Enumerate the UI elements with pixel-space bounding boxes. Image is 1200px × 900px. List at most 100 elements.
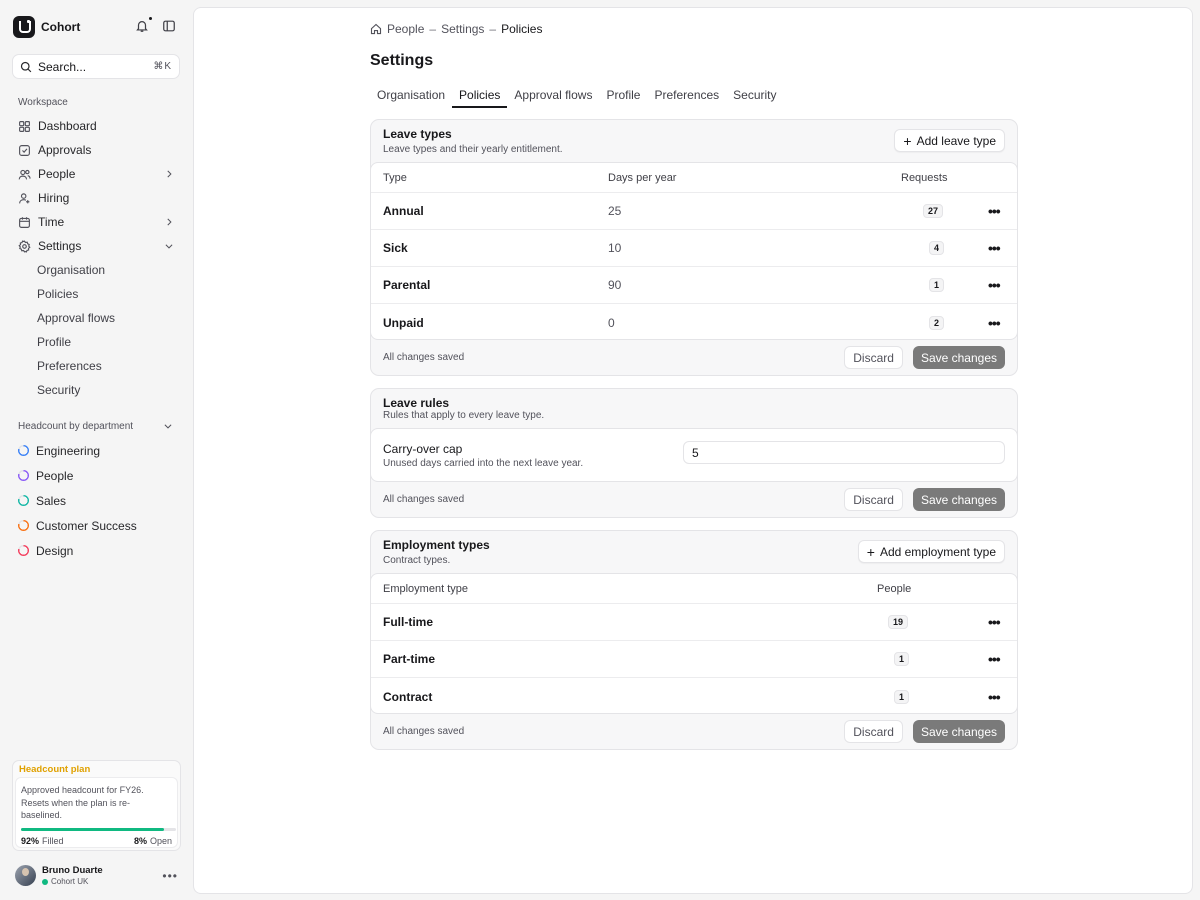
- requests-badge: 4: [929, 241, 945, 255]
- search-input[interactable]: Search... ⌘K: [12, 54, 180, 79]
- more-horizontal-icon[interactable]: •••: [988, 651, 1001, 667]
- table-row[interactable]: Sick 10 4 •••: [371, 230, 1017, 267]
- filled-pct: 92%: [21, 836, 40, 846]
- subnav-item-policies[interactable]: Policies: [31, 283, 162, 305]
- main-panel: People – Settings – Policies Settings Or…: [193, 7, 1193, 894]
- carry-over-field-row: Carry-over cap Unused days carried into …: [370, 428, 1018, 482]
- search-placeholder: Search...: [38, 59, 87, 74]
- tab-preferences[interactable]: Preferences: [647, 86, 726, 108]
- days-per-year: 90: [608, 278, 622, 292]
- more-horizontal-icon[interactable]: •••: [988, 240, 1001, 256]
- carry-over-cap-input[interactable]: [683, 441, 1005, 464]
- settings-tabs: Organisation Policies Approval flows Pro…: [370, 86, 784, 108]
- sidebar-item-time[interactable]: Time: [12, 210, 180, 234]
- headcount-plan-card: Headcount plan Approved headcount for FY…: [12, 760, 181, 851]
- more-horizontal-icon[interactable]: •••: [162, 869, 178, 883]
- departments-header[interactable]: Headcount by department: [18, 421, 173, 432]
- leave-types-card: Leave types Leave types and their yearly…: [370, 119, 1018, 376]
- tab-security[interactable]: Security: [726, 86, 783, 108]
- plus-icon: +: [866, 543, 875, 560]
- notification-dot: [148, 16, 153, 21]
- sidebar-item-approvals[interactable]: Approvals: [12, 138, 180, 162]
- tab-organisation[interactable]: Organisation: [370, 86, 452, 108]
- table-row[interactable]: Annual 25 27 •••: [371, 193, 1017, 230]
- add-leave-type-button[interactable]: + Add leave type: [894, 129, 1005, 152]
- user-name: Bruno Duarte: [42, 865, 103, 876]
- column-header: Type: [383, 171, 407, 184]
- card-subtitle: Leave types and their yearly entitlement…: [383, 144, 563, 155]
- sidebar-item-people[interactable]: People: [12, 162, 180, 186]
- breadcrumb-separator: –: [429, 22, 437, 36]
- department-item[interactable]: Sales: [12, 488, 180, 513]
- user-menu[interactable]: Bruno Duarte Cohort UK •••: [15, 865, 178, 886]
- chevron-down-icon: [164, 424, 172, 429]
- discard-button[interactable]: Discard: [844, 720, 903, 743]
- subnav-item-profile[interactable]: Profile: [31, 331, 162, 353]
- add-employment-type-button[interactable]: + Add employment type: [857, 540, 1005, 563]
- people-badge: 19: [888, 615, 909, 629]
- leave-type-name: Unpaid: [383, 315, 424, 330]
- table-row[interactable]: Parental 90 1 •••: [371, 267, 1017, 304]
- table-row[interactable]: Full-time 19 •••: [371, 604, 1017, 641]
- department-label: Customer Success: [36, 518, 137, 533]
- subnav-item-security[interactable]: Security: [31, 379, 162, 401]
- requests-badge: 2: [929, 315, 945, 330]
- home-icon[interactable]: [370, 23, 382, 35]
- days-per-year: 10: [608, 241, 622, 255]
- table-row[interactable]: Part-time 1 •••: [371, 641, 1017, 678]
- chevron-right-icon: [167, 170, 172, 178]
- card-footer: All changes saved Discard Save changes: [383, 488, 1005, 511]
- department-item[interactable]: People: [12, 463, 180, 488]
- table-row[interactable]: Contract 1 •••: [371, 678, 1017, 715]
- save-changes-button[interactable]: Save changes: [912, 720, 1005, 743]
- app-name: Cohort: [41, 20, 81, 34]
- breadcrumb-settings[interactable]: Settings: [441, 22, 484, 36]
- more-horizontal-icon[interactable]: •••: [988, 614, 1001, 630]
- plan-progress-bar: [21, 828, 176, 831]
- field-help: Unused days carried into the next leave …: [383, 458, 584, 469]
- gear-icon: [18, 239, 31, 253]
- more-horizontal-icon[interactable]: •••: [988, 689, 1001, 705]
- save-status: All changes saved: [383, 494, 465, 505]
- more-horizontal-icon[interactable]: •••: [988, 277, 1001, 293]
- button-label: Add leave type: [916, 133, 996, 148]
- discard-button[interactable]: Discard: [844, 346, 903, 369]
- calendar-icon: [19, 216, 30, 228]
- chevron-right-icon: [167, 218, 172, 226]
- card-subtitle: Rules that apply to every leave type.: [383, 410, 545, 421]
- sidebar-item-dashboard[interactable]: Dashboard: [12, 114, 180, 138]
- workspace-nav: Dashboard Approvals People Hiring Time S…: [12, 114, 180, 258]
- discard-button[interactable]: Discard: [844, 488, 903, 511]
- departments-list: Engineering People Sales Customer Succes…: [12, 438, 180, 563]
- department-item[interactable]: Customer Success: [12, 513, 180, 538]
- more-horizontal-icon[interactable]: •••: [988, 203, 1001, 219]
- days-per-year: 25: [608, 204, 622, 218]
- sidebar-toggle-icon[interactable]: [162, 19, 178, 35]
- sidebar-item-hiring[interactable]: Hiring: [12, 186, 180, 210]
- table-row[interactable]: Unpaid 0 2 •••: [371, 304, 1017, 341]
- sidebar-item-label: Hiring: [38, 191, 70, 205]
- subnav-item-preferences[interactable]: Preferences: [31, 355, 162, 377]
- employment-type-name: Part-time: [383, 652, 436, 666]
- card-title: Leave rules: [383, 396, 450, 410]
- breadcrumb-people[interactable]: People: [387, 22, 424, 36]
- people-badge: 1: [894, 689, 910, 704]
- tab-profile[interactable]: Profile: [599, 86, 647, 108]
- sidebar-item-settings[interactable]: Settings: [12, 234, 180, 258]
- tab-policies[interactable]: Policies: [452, 86, 508, 108]
- more-horizontal-icon[interactable]: •••: [988, 315, 1001, 331]
- subnav-item-approval-flows[interactable]: Approval flows: [31, 307, 162, 329]
- save-changes-button[interactable]: Save changes: [912, 346, 1005, 369]
- department-item[interactable]: Engineering: [12, 438, 180, 463]
- tab-approval-flows[interactable]: Approval flows: [507, 86, 599, 108]
- plan-progress-fill: [21, 828, 164, 831]
- department-item[interactable]: Design: [12, 538, 180, 563]
- column-header: Requests: [901, 171, 948, 184]
- button-label: Add employment type: [879, 544, 996, 559]
- brand[interactable]: Cohort: [13, 16, 80, 38]
- card-footer: All changes saved Discard Save changes: [383, 720, 1005, 743]
- user-org: Cohort UK: [51, 877, 89, 886]
- save-changes-button[interactable]: Save changes: [912, 488, 1005, 511]
- bell-icon[interactable]: [135, 16, 153, 35]
- subnav-item-organisation[interactable]: Organisation: [31, 259, 162, 281]
